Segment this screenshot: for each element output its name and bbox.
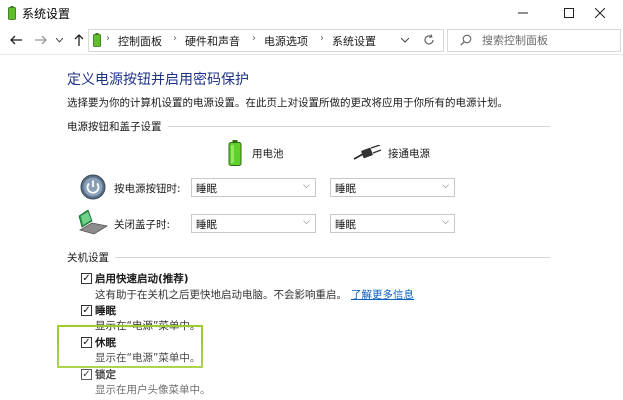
back-button[interactable]: [6, 30, 26, 50]
sleep-title: 睡眠: [95, 305, 116, 317]
fast-startup-checkbox[interactable]: ✓: [81, 273, 92, 284]
lid-plugged-select[interactable]: 睡眠 ⌵: [330, 214, 455, 233]
chevron-down-icon: ⌵: [303, 217, 310, 227]
learn-more-link[interactable]: 了解更多信息: [351, 289, 414, 301]
navigation-bar: › 控制面板 › 硬件和声音 › 电源选项 › 系统设置: [0, 26, 623, 55]
forward-arrow-icon: [35, 35, 47, 45]
close-icon: [595, 8, 605, 18]
breadcrumb-separator: ›: [106, 33, 110, 44]
page-description: 选择要为你的计算机设置的电源设置。在此页上对设置所做的更改将应用于你所有的电源计…: [67, 97, 508, 109]
back-arrow-icon: [10, 35, 22, 45]
search-input[interactable]: [480, 32, 614, 49]
lid-close-label: 关闭盖子时:: [114, 219, 171, 231]
title-bar: 系统设置: [0, 0, 623, 26]
lock-description: 显示在用户头像菜单中。: [95, 384, 211, 396]
chevron-down-icon: ⌵: [303, 181, 310, 191]
section-heading-power-buttons: 电源按钮和盖子设置: [67, 119, 168, 134]
plugged-column-label: 接通电源: [388, 147, 430, 160]
battery-column-label: 用电池: [252, 147, 284, 160]
fast-startup-title: 启用快速启动(推荐): [95, 273, 189, 285]
address-bar[interactable]: › 控制面板 › 硬件和声音 › 电源选项 › 系统设置: [88, 29, 444, 52]
battery-app-icon: [8, 6, 16, 20]
power-plug-icon: [354, 145, 382, 160]
page-title: 定义电源按钮并启用密码保护: [67, 72, 249, 88]
fast-startup-desc-text: 这有助于在关机之后更快地启动电脑。不会影响重启。: [95, 289, 347, 301]
up-arrow-icon: [74, 34, 84, 46]
breadcrumb-separator: ›: [252, 33, 256, 44]
maximize-icon: [564, 8, 574, 18]
select-value: 睡眠: [196, 183, 217, 195]
power-button-icon: [80, 174, 106, 200]
breadcrumb-hardware-sound[interactable]: 硬件和声音: [185, 33, 240, 49]
section-divider: [67, 257, 550, 258]
battery-location-icon: [93, 33, 101, 47]
refresh-icon[interactable]: [423, 34, 435, 46]
close-button[interactable]: [577, 0, 623, 26]
battery-column-header: 用电池: [228, 140, 284, 166]
breadcrumb-system-settings[interactable]: 系统设置: [332, 33, 376, 49]
forward-button[interactable]: [31, 30, 51, 50]
chevron-down-icon: ⌵: [442, 217, 449, 227]
lock-checkbox[interactable]: ✓: [81, 369, 92, 380]
minimize-button[interactable]: [500, 0, 546, 26]
minimize-icon: [518, 12, 528, 14]
search-box[interactable]: [447, 29, 621, 52]
breadcrumb-power-options[interactable]: 电源选项: [264, 33, 308, 49]
select-value: 睡眠: [196, 219, 217, 231]
breadcrumb-separator: ›: [320, 33, 324, 44]
breadcrumb-separator: ›: [173, 33, 177, 44]
address-dropdown-icon[interactable]: [401, 38, 409, 43]
sleep-checkbox[interactable]: ✓: [81, 305, 92, 316]
lock-title: 锁定: [95, 369, 116, 381]
recent-pages-button[interactable]: [52, 30, 66, 50]
laptop-lid-icon: [78, 210, 108, 235]
lid-battery-select[interactable]: 睡眠 ⌵: [191, 214, 316, 233]
section-heading-shutdown: 关机设置: [67, 250, 115, 265]
power-button-battery-select[interactable]: 睡眠 ⌵: [191, 178, 316, 197]
power-button-label: 按电源按钮时:: [114, 183, 181, 195]
window-title: 系统设置: [22, 7, 71, 21]
plugged-column-header: 接通电源: [354, 140, 430, 166]
power-button-plugged-select[interactable]: 睡眠 ⌵: [330, 178, 455, 197]
battery-icon: [228, 140, 242, 166]
up-button[interactable]: [69, 30, 89, 50]
select-value: 睡眠: [335, 183, 356, 195]
search-icon: [460, 34, 472, 46]
fast-startup-description: 这有助于在关机之后更快地启动电脑。不会影响重启。 了解更多信息: [95, 287, 414, 302]
chevron-down-icon: ⌵: [442, 181, 449, 191]
hibernate-highlight-box: [57, 325, 203, 368]
select-value: 睡眠: [335, 219, 356, 231]
breadcrumb-control-panel[interactable]: 控制面板: [118, 33, 162, 49]
dropdown-icon: [55, 37, 63, 43]
